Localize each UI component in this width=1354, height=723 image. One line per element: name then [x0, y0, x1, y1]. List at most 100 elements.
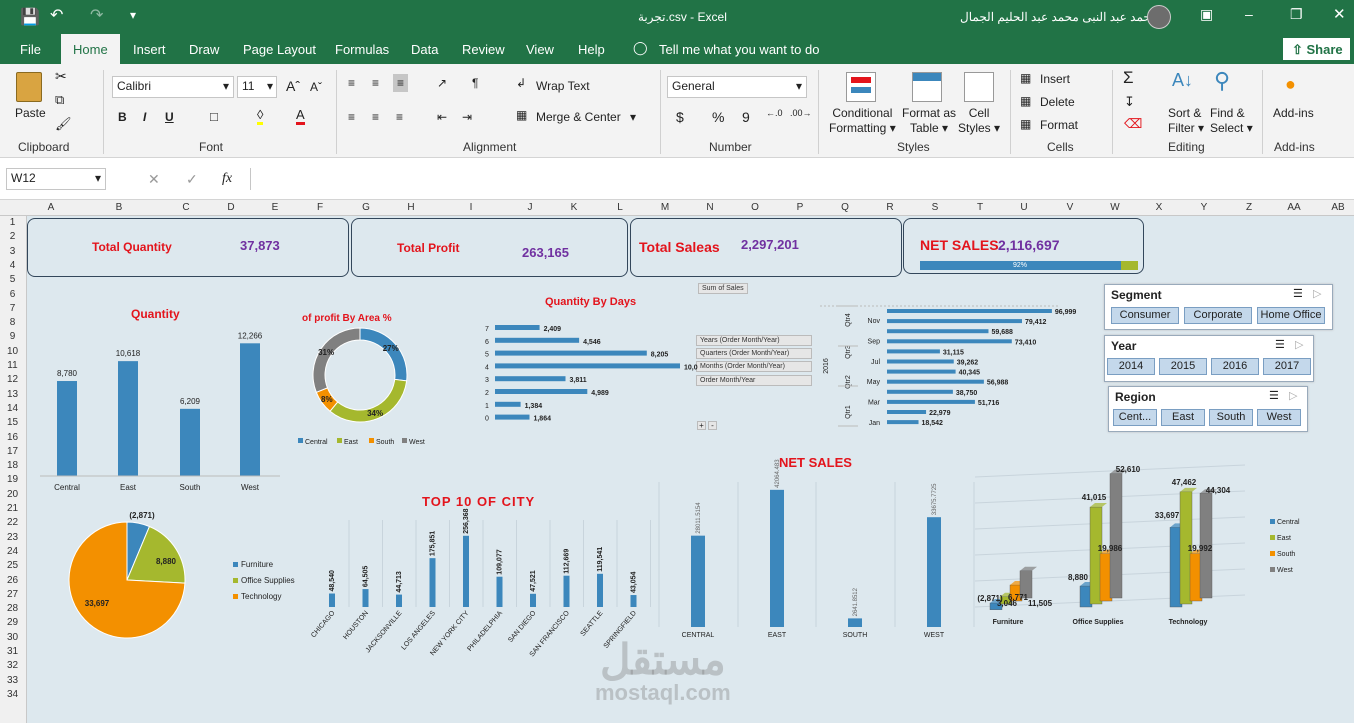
align-left-icon[interactable]: ≡ [348, 110, 355, 124]
row-header-15[interactable]: 15 [0, 417, 25, 428]
autosum-icon[interactable]: Σ [1123, 68, 1134, 88]
increase-decimal-icon[interactable]: ←.0 [766, 108, 783, 118]
underline-icon[interactable]: U [165, 110, 174, 124]
column-header-b[interactable]: B [116, 202, 123, 213]
ribbon-display-icon[interactable]: ▣ [1200, 6, 1213, 23]
undo-icon[interactable]: ↶ [50, 5, 63, 25]
kpi-total-sales[interactable]: Total Saleas 2,297,201 [630, 218, 902, 277]
row-header-34[interactable]: 34 [0, 689, 25, 700]
pivot-field-years[interactable]: Years (Order Month/Year) [696, 335, 812, 346]
multi-select-icon[interactable]: ☰ [1269, 389, 1279, 402]
tab-formulas[interactable]: Formulas [335, 42, 389, 57]
format-cells-button[interactable]: Format [1040, 118, 1078, 132]
row-header-1[interactable]: 1 [0, 217, 25, 228]
tab-help[interactable]: Help [578, 42, 605, 57]
save-icon[interactable]: 💾 [20, 7, 40, 27]
format-painter-icon[interactable]: 🖌 [55, 116, 72, 132]
format-as-table-button[interactable]: Format as Table ▾ [902, 106, 956, 136]
row-header-16[interactable]: 16 [0, 432, 25, 443]
row-header-9[interactable]: 9 [0, 331, 25, 342]
merge-icon[interactable]: ▦ [516, 108, 527, 122]
expand-field-icon[interactable]: + [697, 421, 706, 430]
merge-center-button[interactable]: Merge & Center [536, 110, 621, 124]
slicer-item-home-office[interactable]: Home Office [1257, 307, 1325, 324]
column-header-aa[interactable]: AA [1287, 202, 1300, 213]
row-header-8[interactable]: 8 [0, 317, 25, 328]
orientation-icon[interactable]: ↗ [437, 76, 447, 90]
column-header-g[interactable]: G [362, 202, 370, 213]
insert-function-button[interactable]: fx [222, 171, 232, 187]
row-header-14[interactable]: 14 [0, 403, 25, 414]
column-header-h[interactable]: H [407, 202, 414, 213]
number-format-select[interactable]: General ▾ [667, 76, 807, 98]
cancel-icon[interactable]: ✕ [148, 171, 160, 188]
indent-decrease-icon[interactable]: ⇤ [437, 110, 447, 124]
fill-color-icon[interactable]: ◊ [257, 107, 264, 125]
delete-cells-icon[interactable]: ▦ [1020, 94, 1031, 108]
avatar[interactable] [1147, 5, 1171, 29]
slicer-item-2017[interactable]: 2017 [1263, 358, 1311, 375]
shrink-font-icon[interactable]: Aˇ [310, 80, 322, 94]
cell-styles-button[interactable]: Cell Styles ▾ [958, 106, 1000, 136]
slicer-item-east[interactable]: East [1161, 409, 1205, 426]
font-name-select[interactable]: Calibri ▾ [112, 76, 234, 98]
formula-input[interactable] [250, 168, 1354, 190]
decrease-decimal-icon[interactable]: .00→ [790, 108, 812, 118]
addins-button[interactable]: Add-ins [1273, 106, 1314, 120]
copy-icon[interactable]: ⧉ [55, 92, 64, 108]
comma-icon[interactable]: 9 [742, 109, 750, 125]
wrap-text-icon[interactable]: ↲ [516, 76, 526, 90]
tab-data[interactable]: Data [411, 42, 438, 57]
cut-icon[interactable]: ✂ [55, 68, 67, 85]
multi-select-icon[interactable]: ☰ [1275, 338, 1285, 351]
insert-cells-icon[interactable]: ▦ [1020, 71, 1031, 85]
pivot-field-quarters[interactable]: Quarters (Order Month/Year) [696, 348, 812, 359]
kpi-total-profit[interactable]: Total Profit 263,165 [351, 218, 628, 277]
clear-filter-icon[interactable]: ▷ [1313, 287, 1321, 300]
bold-icon[interactable]: B [118, 110, 127, 124]
collapse-field-icon[interactable]: - [708, 421, 717, 430]
tab-review[interactable]: Review [462, 42, 505, 57]
slicer-item-consumer[interactable]: Consumer [1111, 307, 1179, 324]
row-header-31[interactable]: 31 [0, 646, 25, 657]
row-header-17[interactable]: 17 [0, 446, 25, 457]
row-header-5[interactable]: 5 [0, 274, 25, 285]
row-header-26[interactable]: 26 [0, 575, 25, 586]
clear-filter-icon[interactable]: ▷ [1295, 338, 1303, 351]
enter-icon[interactable]: ✓ [186, 171, 198, 188]
share-button[interactable]: ⇧ Share [1283, 38, 1350, 60]
currency-icon[interactable]: $ [676, 109, 684, 125]
column-header-z[interactable]: Z [1246, 202, 1252, 213]
align-bottom-icon[interactable]: ≡ [393, 74, 409, 92]
column-header-m[interactable]: M [661, 202, 669, 213]
row-header-20[interactable]: 20 [0, 489, 25, 500]
tab-page-layout[interactable]: Page Layout [243, 42, 316, 57]
row-header-13[interactable]: 13 [0, 389, 25, 400]
column-header-a[interactable]: A [48, 202, 55, 213]
minimize-icon[interactable]: – [1245, 6, 1253, 22]
column-header-s[interactable]: S [932, 202, 939, 213]
row-header-18[interactable]: 18 [0, 460, 25, 471]
column-header-c[interactable]: C [182, 202, 189, 213]
tab-file[interactable]: File [20, 42, 41, 57]
cell-styles-icon[interactable] [964, 72, 994, 102]
row-header-19[interactable]: 19 [0, 474, 25, 485]
multi-select-icon[interactable]: ☰ [1293, 287, 1303, 300]
row-header-28[interactable]: 28 [0, 603, 25, 614]
delete-cells-button[interactable]: Delete [1040, 95, 1075, 109]
column-header-t[interactable]: T [977, 202, 983, 213]
row-header-11[interactable]: 11 [0, 360, 25, 371]
font-color-icon[interactable]: A [296, 107, 305, 125]
row-header-22[interactable]: 22 [0, 517, 25, 528]
row-header-33[interactable]: 33 [0, 675, 25, 686]
format-as-table-icon[interactable] [912, 72, 942, 102]
kpi-total-quantity[interactable]: Total Quantity 37,873 [27, 218, 349, 277]
row-header-25[interactable]: 25 [0, 560, 25, 571]
column-header-n[interactable]: N [706, 202, 713, 213]
paste-icon[interactable] [16, 72, 42, 102]
align-middle-icon[interactable]: ≡ [372, 76, 379, 90]
find-select-button[interactable]: Find & Select ▾ [1210, 106, 1253, 136]
italic-icon[interactable]: I [143, 110, 146, 124]
column-header-x[interactable]: X [1156, 202, 1163, 213]
slicer-item-south[interactable]: South [1209, 409, 1253, 426]
